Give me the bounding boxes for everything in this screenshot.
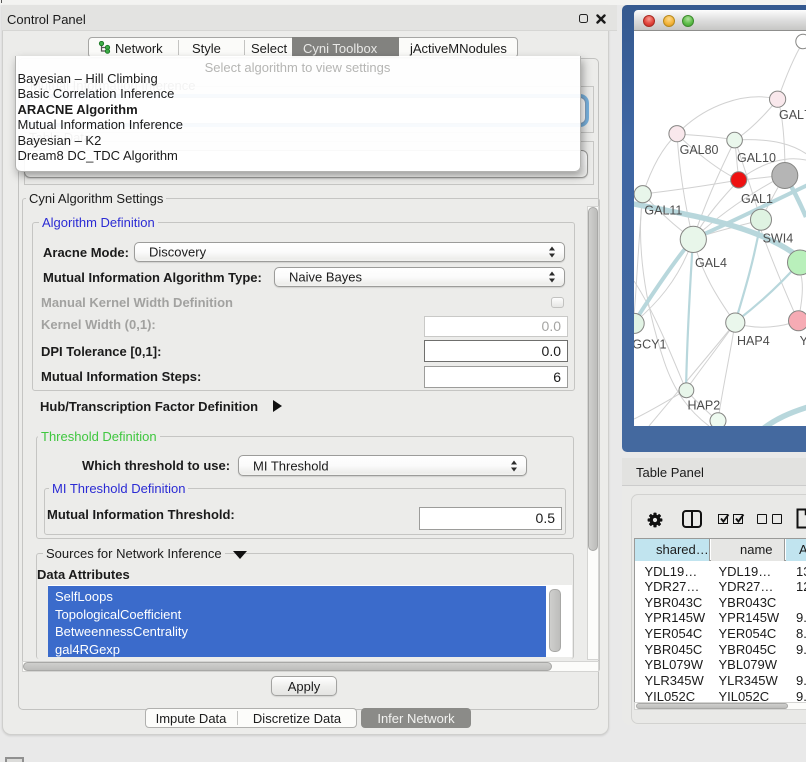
svg-text:GAL80: GAL80 xyxy=(680,143,719,157)
svg-text:GAL4: GAL4 xyxy=(695,256,727,270)
svg-text:GAL7: GAL7 xyxy=(779,108,806,122)
svg-text:GAL11: GAL11 xyxy=(644,204,682,218)
svg-text:YPL: YPL xyxy=(800,334,806,348)
svg-text:SWI4: SWI4 xyxy=(763,232,794,246)
svg-text:GAL10: GAL10 xyxy=(737,151,776,165)
svg-text:GCY1: GCY1 xyxy=(634,338,666,352)
svg-text:HAP4: HAP4 xyxy=(737,334,770,348)
svg-text:GAL1: GAL1 xyxy=(741,192,773,206)
svg-text:HAP2: HAP2 xyxy=(688,399,721,413)
